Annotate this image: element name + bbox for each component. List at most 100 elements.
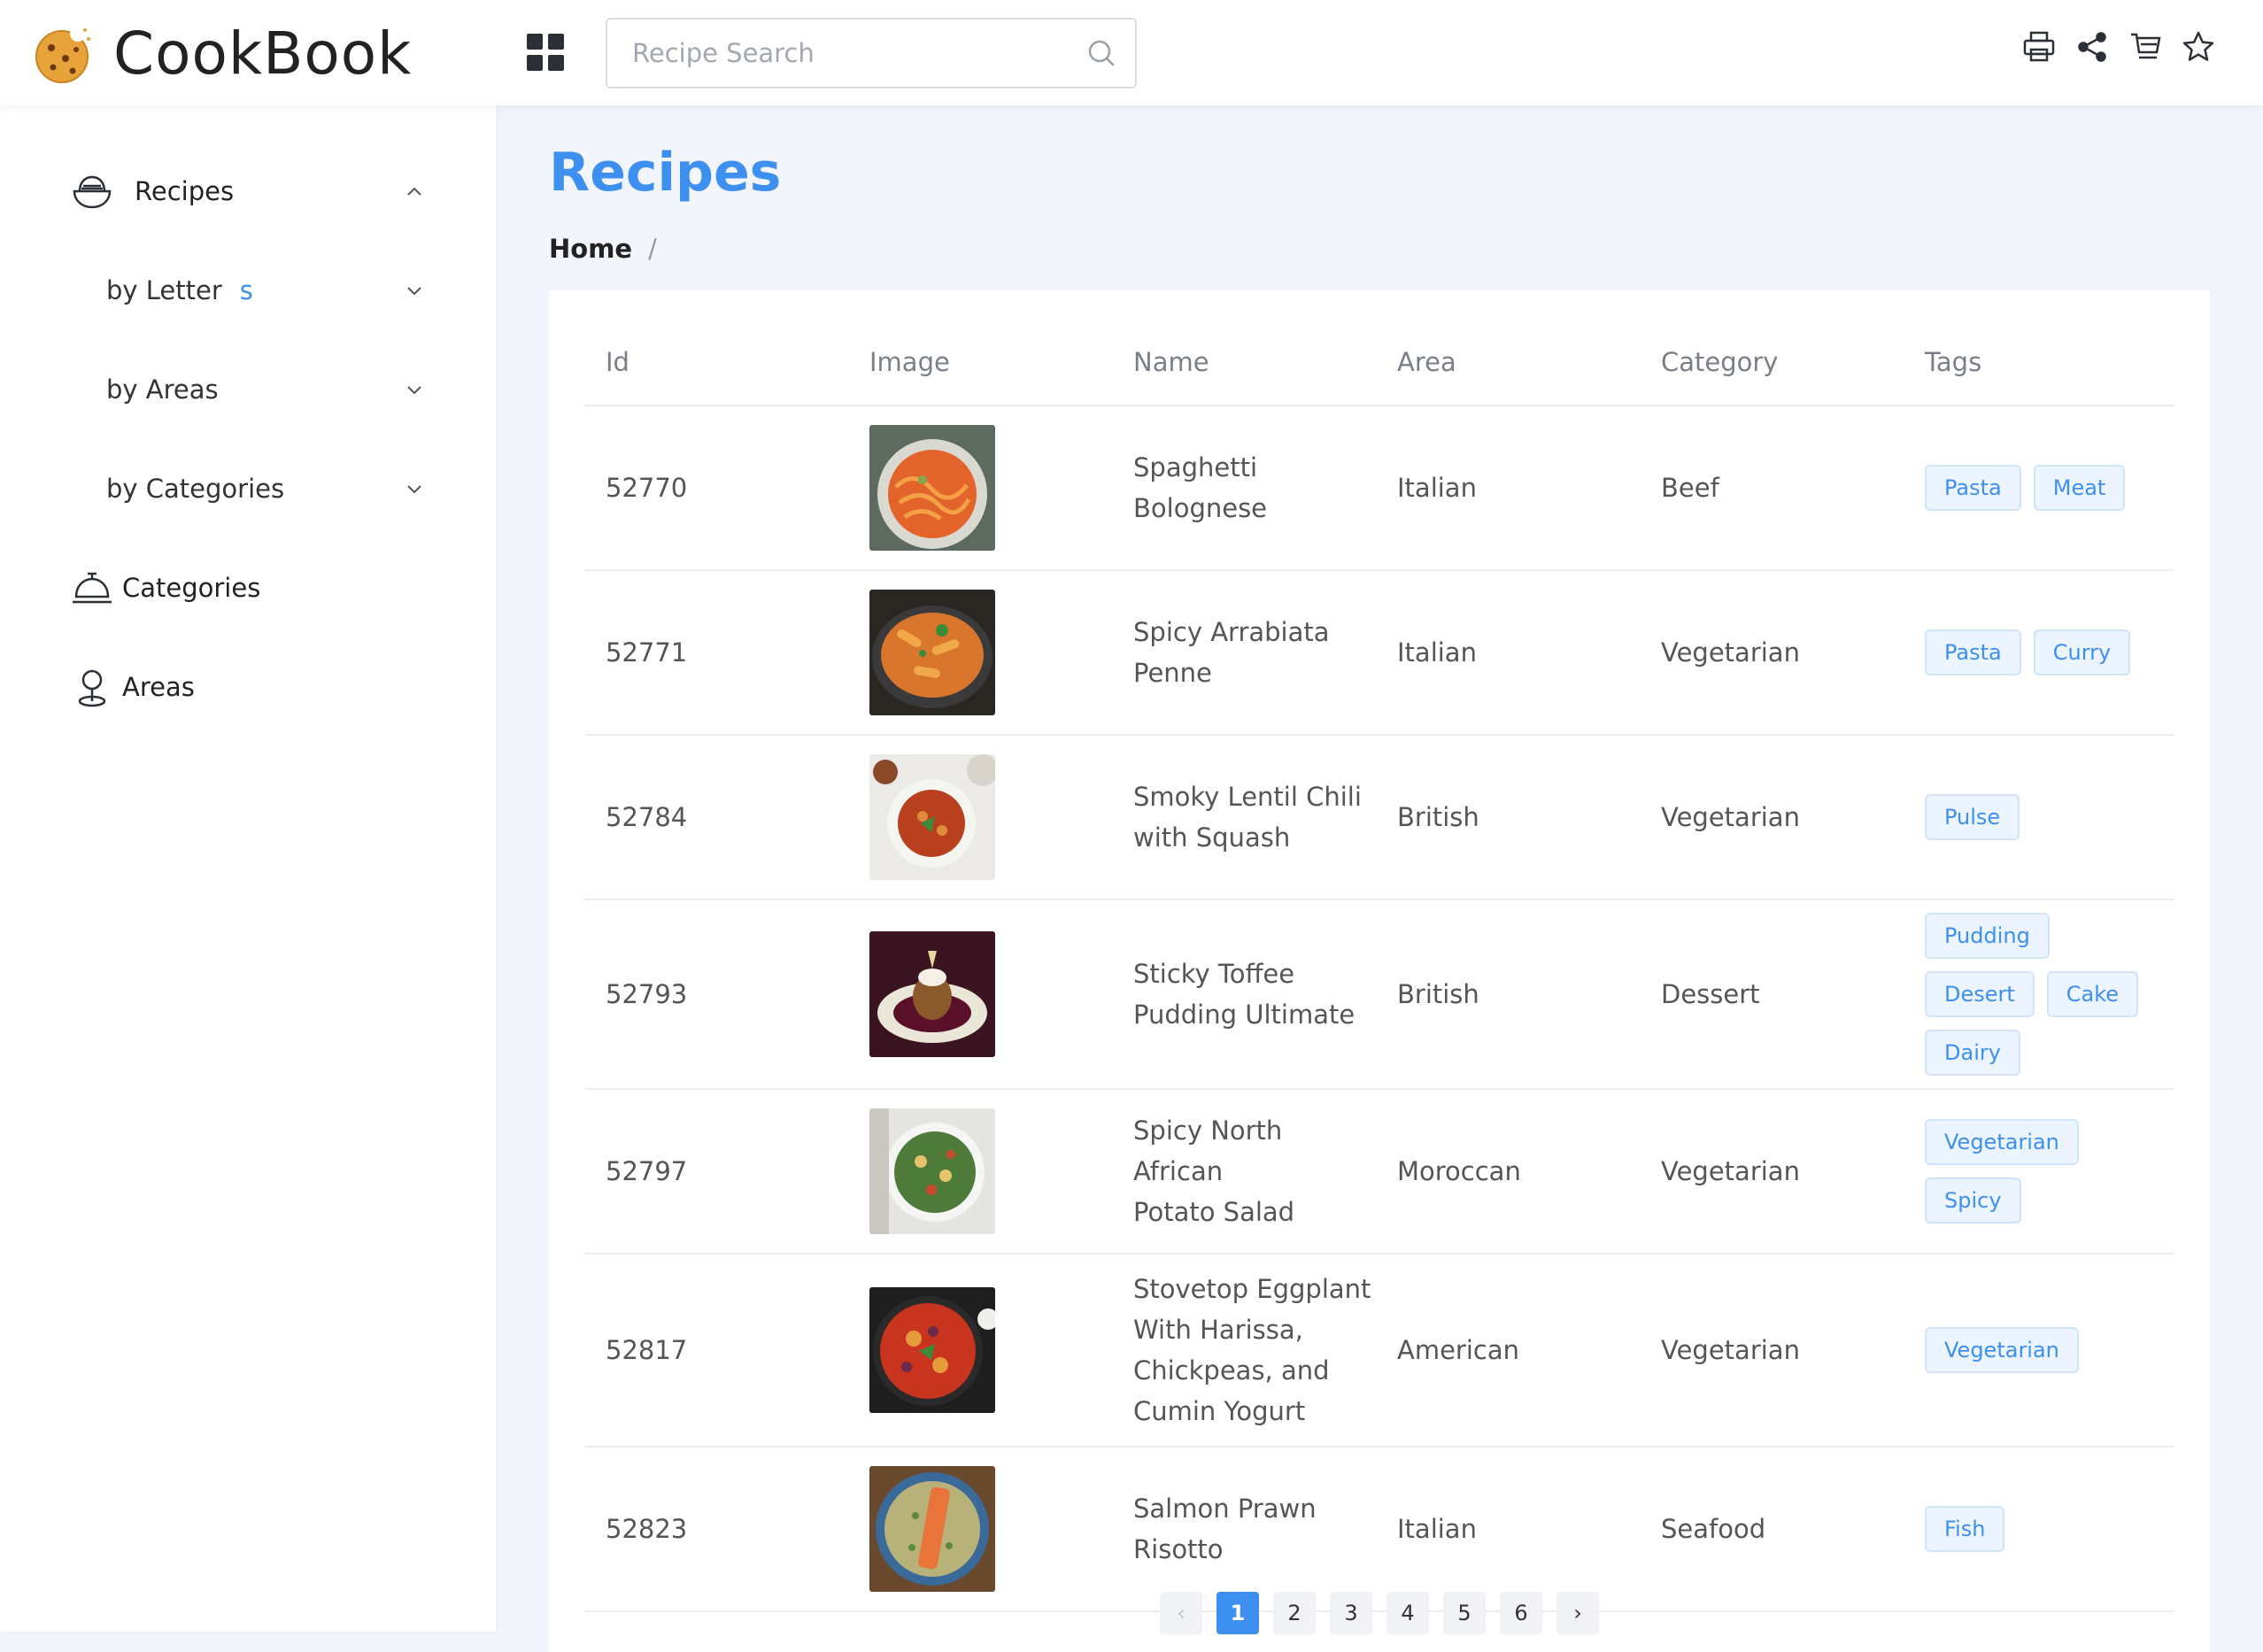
recipe-id: 52770 <box>584 405 848 571</box>
search-icon[interactable] <box>1085 37 1117 69</box>
recipe-image[interactable] <box>869 1466 995 1592</box>
cloche-icon <box>73 572 112 604</box>
tag[interactable]: Pasta <box>1925 465 2021 511</box>
recipes-card: Id Image Name Area Category Tags 52770 S… <box>549 290 2210 1652</box>
recipe-name-line[interactable]: Stovetop Eggplant <box>1133 1269 1376 1309</box>
recipe-name-line[interactable]: with Squash <box>1133 817 1376 858</box>
table-row[interactable]: 52797 Spicy North African Potato Salad M… <box>584 1089 2174 1254</box>
recipe-area: Moroccan <box>1376 1089 1640 1254</box>
page-button-1[interactable]: 1 <box>1216 1592 1259 1634</box>
tag[interactable]: Pudding <box>1925 913 2050 959</box>
next-page-button[interactable]: › <box>1556 1592 1599 1634</box>
recipe-area: British <box>1376 735 1640 900</box>
page-button-5[interactable]: 5 <box>1443 1592 1486 1634</box>
page-button-3[interactable]: 3 <box>1330 1592 1372 1634</box>
table-row[interactable]: 52770 Spaghetti Bolognese Italian Beef P… <box>584 405 2174 571</box>
cookie-icon <box>35 25 90 83</box>
app-logo[interactable]: CookBook <box>32 19 412 88</box>
printer-icon[interactable] <box>2022 28 2056 66</box>
column-header-tags[interactable]: Tags <box>1904 319 2174 406</box>
tag[interactable]: Vegetarian <box>1925 1327 2079 1373</box>
chevron-down-icon <box>407 485 421 494</box>
column-header-id[interactable]: Id <box>584 319 848 406</box>
recipe-name-line[interactable]: Sticky Toffee <box>1133 953 1376 994</box>
sidebar-item-categories[interactable]: Categories <box>0 544 496 632</box>
search-input[interactable] <box>632 19 1066 87</box>
recipe-image[interactable] <box>869 425 995 551</box>
pagination: ‹ 1 2 3 4 5 6 › <box>1160 1592 1599 1634</box>
tag[interactable]: Pulse <box>1925 794 2020 840</box>
table-row[interactable]: 52784 Smoky Lentil Chili with Squash Bri… <box>584 735 2174 900</box>
chevron-up-icon <box>407 187 421 196</box>
chevron-down-icon <box>407 386 421 395</box>
tag[interactable]: Cake <box>2046 971 2139 1017</box>
page-title: Recipes <box>549 142 782 204</box>
tag[interactable]: Desert <box>1925 971 2035 1017</box>
recipe-image[interactable] <box>869 1108 995 1234</box>
recipe-area: British <box>1376 899 1640 1090</box>
share-icon[interactable] <box>2075 28 2109 66</box>
recipe-image[interactable] <box>869 1287 995 1413</box>
recipe-name-line[interactable]: Risotto <box>1133 1529 1376 1570</box>
recipe-area: Italian <box>1376 405 1640 571</box>
table-row[interactable]: 52793 Sticky Toffee Pudding Ultimate Bri… <box>584 899 2174 1090</box>
recipe-name-line[interactable]: Penne <box>1133 652 1376 693</box>
tag[interactable]: Vegetarian <box>1925 1119 2079 1165</box>
recipe-name-line[interactable]: Spaghetti <box>1133 447 1376 488</box>
breadcrumb-home[interactable]: Home <box>549 234 632 264</box>
recipe-category: Vegetarian <box>1640 735 1904 900</box>
sidebar-item-label: by Areas <box>106 374 219 405</box>
recipe-image[interactable] <box>869 590 995 715</box>
location-pin-icon <box>78 669 106 707</box>
recipe-name-line[interactable]: Cumin Yogurt <box>1133 1391 1376 1432</box>
tag-list: Fish <box>1925 1494 2146 1564</box>
recipe-name-line[interactable]: Salmon Prawn <box>1133 1488 1376 1529</box>
sidebar-item-by-categories[interactable]: by Categories <box>0 444 496 533</box>
tag-list: Pudding Desert Cake Dairy <box>1925 900 2146 1088</box>
sidebar-item-label: by Letter <box>106 275 222 305</box>
recipe-id: 52797 <box>584 1089 848 1254</box>
column-header-area[interactable]: Area <box>1376 319 1640 406</box>
column-header-name[interactable]: Name <box>1112 319 1376 406</box>
recipe-name-line[interactable]: Smoky Lentil Chili <box>1133 776 1376 817</box>
recipe-name-line[interactable]: Spicy Arrabiata <box>1133 612 1376 652</box>
letter-badge: s <box>239 275 253 305</box>
recipe-name-line[interactable]: Pudding Ultimate <box>1133 994 1376 1035</box>
top-header: CookBook <box>0 0 2263 105</box>
sidebar-item-areas[interactable]: Areas <box>0 643 496 731</box>
tag[interactable]: Pasta <box>1925 629 2021 675</box>
recipe-name-line[interactable]: Spicy North African <box>1133 1110 1376 1192</box>
recipe-id: 52784 <box>584 735 848 900</box>
star-icon[interactable] <box>2182 28 2215 66</box>
page-button-4[interactable]: 4 <box>1386 1592 1429 1634</box>
column-header-image[interactable]: Image <box>848 319 1112 406</box>
recipe-name-line[interactable]: Chickpeas, and <box>1133 1350 1376 1391</box>
recipe-name-line[interactable]: Potato Salad <box>1133 1192 1376 1232</box>
recipe-image[interactable] <box>869 931 995 1057</box>
recipe-area: American <box>1376 1254 1640 1447</box>
sidebar-item-label: Areas <box>122 672 195 702</box>
apps-grid-icon[interactable] <box>527 34 564 71</box>
sidebar-item-recipes[interactable]: Recipes <box>0 147 496 235</box>
page-button-6[interactable]: 6 <box>1500 1592 1542 1634</box>
tag[interactable]: Spicy <box>1925 1177 2021 1224</box>
recipe-image[interactable] <box>869 754 995 880</box>
recipe-name-line[interactable]: With Harissa, <box>1133 1309 1376 1350</box>
tag[interactable]: Curry <box>2033 629 2131 675</box>
tag[interactable]: Fish <box>1925 1506 2005 1552</box>
column-header-category[interactable]: Category <box>1640 319 1904 406</box>
table-row[interactable]: 52771 Spicy Arrabiata Penne Italian Vege… <box>584 570 2174 736</box>
table-row[interactable]: 52823 Salmon Prawn Risotto Italian Seafo… <box>584 1447 2174 1612</box>
recipe-name-line[interactable]: Bolognese <box>1133 488 1376 529</box>
page-button-2[interactable]: 2 <box>1273 1592 1316 1634</box>
table-row[interactable]: 52817 Stovetop Eggplant With Harissa, Ch… <box>584 1254 2174 1447</box>
tag[interactable]: Meat <box>2033 465 2126 511</box>
tag[interactable]: Dairy <box>1925 1030 2020 1076</box>
recipe-area: Italian <box>1376 570 1640 736</box>
sidebar-item-by-letter[interactable]: by Letter s <box>0 246 496 335</box>
cart-icon[interactable] <box>2128 28 2162 66</box>
recipe-id: 52823 <box>584 1447 848 1612</box>
sidebar-item-by-areas[interactable]: by Areas <box>0 345 496 434</box>
recipe-category: Vegetarian <box>1640 1254 1904 1447</box>
prev-page-button[interactable]: ‹ <box>1160 1592 1202 1634</box>
